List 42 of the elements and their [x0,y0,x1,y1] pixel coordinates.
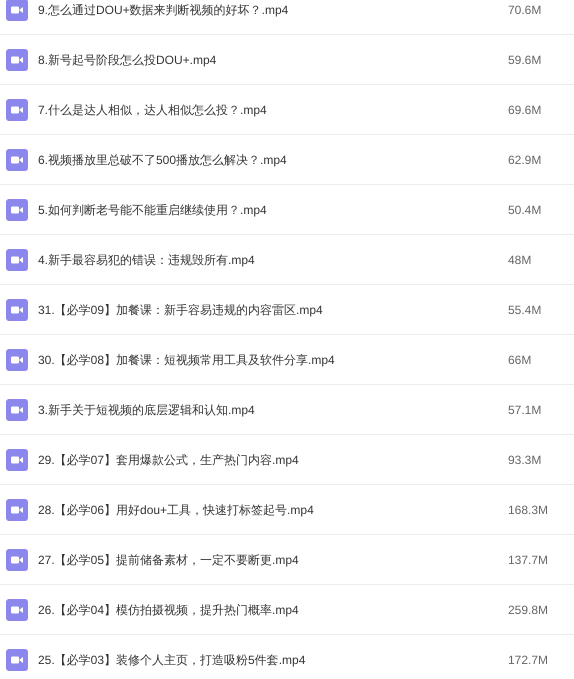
video-file-icon [6,98,28,120]
file-name[interactable]: 25.【必学03】装修个人主页，打造吸粉5件套.mp4 [38,650,508,668]
file-size: 62.9M [508,152,542,168]
video-file-icon [6,548,28,570]
file-size: 59.6M [508,52,542,68]
file-size: 66M [508,352,532,368]
file-size: 69.6M [508,102,542,118]
video-file-icon [6,148,28,170]
file-name[interactable]: 5.如何判断老号能不能重启继续使用？.mp4 [38,200,508,218]
file-name[interactable]: 6.视频播放里总破不了500播放怎么解决？.mp4 [38,150,508,168]
file-size: 55.4M [508,302,542,318]
file-size: 137.7M [508,552,548,568]
video-file-icon [6,0,28,20]
video-file-icon [6,48,28,70]
file-name[interactable]: 8.新号起号阶段怎么投DOU+.mp4 [38,50,508,68]
file-size: 70.6M [508,2,542,18]
file-name[interactable]: 3.新手关于短视频的底层逻辑和认知.mp4 [38,400,508,418]
file-size: 172.7M [508,652,548,668]
video-file-icon [6,498,28,520]
file-name[interactable]: 29.【必学07】套用爆款公式，生产热门内容.mp4 [38,450,508,468]
video-file-icon [6,348,28,370]
file-name[interactable]: 27.【必学05】提前储备素材，一定不要断更.mp4 [38,550,508,568]
file-name[interactable]: 28.【必学06】用好dou+工具，快速打标签起号.mp4 [38,500,508,518]
file-size: 93.3M [508,452,542,468]
file-name[interactable]: 30.【必学08】加餐课：短视频常用工具及软件分享.mp4 [38,350,508,368]
file-size: 48M [508,252,532,268]
file-name[interactable]: 9.怎么通过DOU+数据来判断视频的好坏？.mp4 [38,0,508,18]
video-file-icon [6,248,28,270]
file-size: 168.3M [508,502,548,518]
video-file-icon [6,448,28,470]
file-size: 259.8M [508,602,548,618]
file-size: 50.4M [508,202,542,218]
file-name[interactable]: 7.什么是达人相似，达人相似怎么投？.mp4 [38,100,508,118]
video-file-icon [6,398,28,420]
file-name[interactable]: 4.新手最容易犯的错误：违规毁所有.mp4 [38,250,508,268]
file-name[interactable]: 26.【必学04】模仿拍摄视频，提升热门概率.mp4 [38,600,508,618]
file-name[interactable]: 31.【必学09】加餐课：新手容易违规的内容雷区.mp4 [38,300,508,318]
video-file-icon [6,298,28,320]
video-file-icon [6,198,28,220]
video-file-icon [6,648,28,670]
video-file-icon [6,598,28,620]
file-size: 57.1M [508,402,542,418]
